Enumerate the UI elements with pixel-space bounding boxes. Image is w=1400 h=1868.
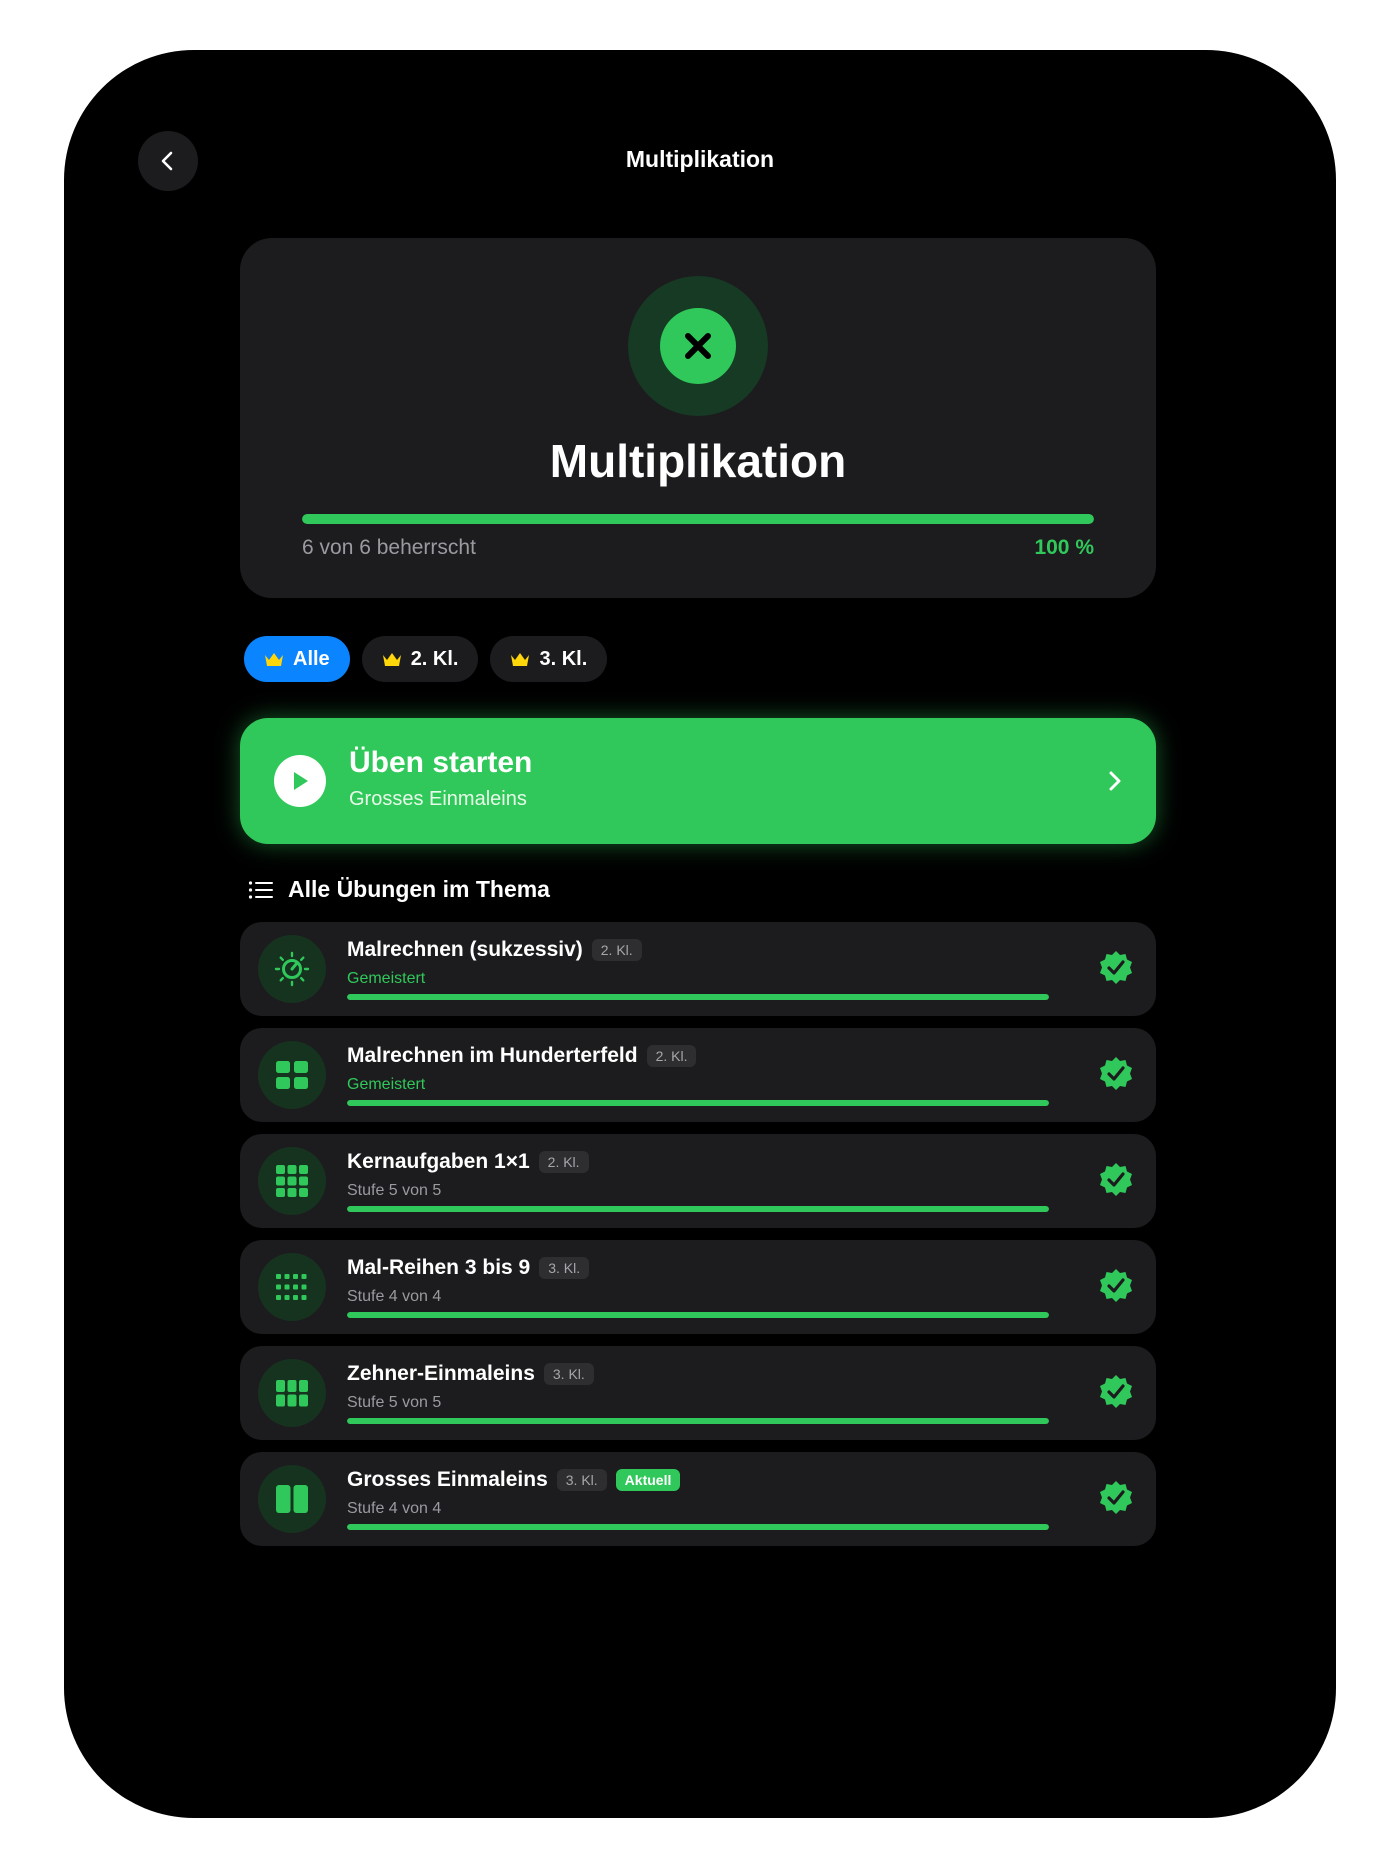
exercise-row[interactable]: Mal-Reihen 3 bis 9 3. Kl. Stufe 4 von 4 — [240, 1240, 1156, 1334]
verified-check-icon — [1100, 1375, 1132, 1408]
grade-badge: 2. Kl. — [591, 939, 642, 961]
section-title: Alle Übungen im Thema — [288, 876, 550, 902]
chevron-right-icon — [1109, 771, 1121, 791]
mastery-caption: 6 von 6 beherrscht — [302, 536, 476, 559]
filter-chip-grade-2[interactable]: 2. Kl. — [361, 636, 479, 682]
current-badge: Aktuell — [615, 1469, 681, 1491]
list-icon — [248, 880, 273, 899]
grade-badge: 2. Kl. — [646, 1045, 697, 1067]
exercise-title: Malrechnen im Hunderterfeld — [347, 1044, 638, 1067]
exercise-row[interactable]: Malrechnen im Hunderterfeld 2. Kl. Gemei… — [240, 1028, 1156, 1122]
grade-badge: 3. Kl. — [539, 1257, 590, 1279]
crown-icon — [382, 652, 401, 666]
exercise-progress-fill — [347, 994, 1049, 1000]
topic-title: Multiplikation — [549, 435, 847, 487]
start-practice-button[interactable]: Üben starten Grosses Einmaleins — [240, 718, 1156, 844]
filter-chip-label: 3. Kl. — [539, 647, 588, 670]
exercise-title: Zehner-Einmaleins — [347, 1362, 535, 1385]
dot-grid-icon — [258, 1253, 326, 1321]
exercise-progress-bar — [347, 1418, 1049, 1424]
grid-2x2-icon — [258, 1041, 326, 1109]
topic-progress-bar — [302, 514, 1094, 524]
nav-title: Multiplikation — [625, 146, 775, 172]
play-icon — [274, 755, 326, 807]
exercise-status: Gemeistert — [347, 1076, 426, 1093]
exercise-progress-bar — [347, 1100, 1049, 1106]
exercise-status: Stufe 5 von 5 — [347, 1394, 442, 1411]
verified-check-icon — [1100, 951, 1132, 984]
filter-chip-grade-3[interactable]: 3. Kl. — [490, 636, 608, 682]
grid-3x3-icon — [258, 1147, 326, 1215]
grade-badge: 3. Kl. — [556, 1469, 607, 1491]
exercise-title: Grosses Einmaleins — [347, 1468, 548, 1491]
filter-chip-label: 2. Kl. — [410, 647, 459, 670]
grade-badge: 2. Kl. — [538, 1151, 589, 1173]
exercise-status: Stufe 5 von 5 — [347, 1182, 442, 1199]
filter-chip-label: Alle — [293, 647, 330, 670]
verified-check-icon — [1100, 1481, 1132, 1514]
exercise-status: Gemeistert — [347, 970, 426, 987]
exercise-progress-fill — [347, 1418, 1049, 1424]
crown-icon — [511, 652, 530, 666]
exercise-row[interactable]: Kernaufgaben 1×1 2. Kl. Stufe 5 von 5 — [240, 1134, 1156, 1228]
start-practice-subtitle: Grosses Einmaleins — [349, 788, 527, 810]
exercise-progress-fill — [347, 1524, 1049, 1530]
multiply-icon — [685, 333, 711, 359]
exercise-progress-bar — [347, 1206, 1049, 1212]
exercise-title: Kernaufgaben 1×1 — [347, 1150, 530, 1173]
exercise-row[interactable]: Grosses Einmaleins 3. Kl. Aktuell Stufe … — [240, 1452, 1156, 1546]
grid-3x2-icon — [258, 1359, 326, 1427]
mastery-percent: 100 % — [1034, 536, 1094, 559]
crown-icon — [265, 652, 283, 666]
dial-icon — [258, 935, 326, 1003]
exercise-progress-bar — [347, 1312, 1049, 1318]
topic-icon — [628, 276, 768, 416]
exercise-progress-bar — [347, 994, 1049, 1000]
grade-filter: Alle 2. Kl. 3. Kl. — [244, 636, 608, 682]
exercise-progress-fill — [347, 1206, 1049, 1212]
exercise-status: Stufe 4 von 4 — [347, 1288, 442, 1305]
exercise-title: Mal-Reihen 3 bis 9 — [347, 1256, 531, 1279]
exercise-row[interactable]: Malrechnen (sukzessiv) 2. Kl. Gemeistert — [240, 922, 1156, 1016]
exercise-list: Malrechnen (sukzessiv) 2. Kl. Gemeistert… — [240, 922, 1156, 1558]
topic-progress-fill — [302, 514, 1094, 524]
section-header: Alle Übungen im Thema — [248, 876, 550, 903]
filter-chip-all[interactable]: Alle — [244, 636, 350, 682]
verified-check-icon — [1100, 1269, 1132, 1302]
device-screen: Multiplikation Multiplikation 6 von 6 be… — [64, 50, 1336, 1818]
start-practice-title: Üben starten — [349, 746, 533, 779]
verified-check-icon — [1100, 1057, 1132, 1090]
topic-summary-card: Multiplikation 6 von 6 beherrscht 100 % — [240, 238, 1156, 598]
verified-check-icon — [1100, 1163, 1132, 1196]
exercise-progress-bar — [347, 1524, 1049, 1530]
exercise-status: Stufe 4 von 4 — [347, 1500, 442, 1517]
columns-icon — [258, 1465, 326, 1533]
grade-badge: 3. Kl. — [543, 1363, 594, 1385]
exercise-title: Malrechnen (sukzessiv) — [347, 938, 583, 961]
exercise-progress-fill — [347, 1100, 1049, 1106]
exercise-row[interactable]: Zehner-Einmaleins 3. Kl. Stufe 5 von 5 — [240, 1346, 1156, 1440]
exercise-progress-fill — [347, 1312, 1049, 1318]
